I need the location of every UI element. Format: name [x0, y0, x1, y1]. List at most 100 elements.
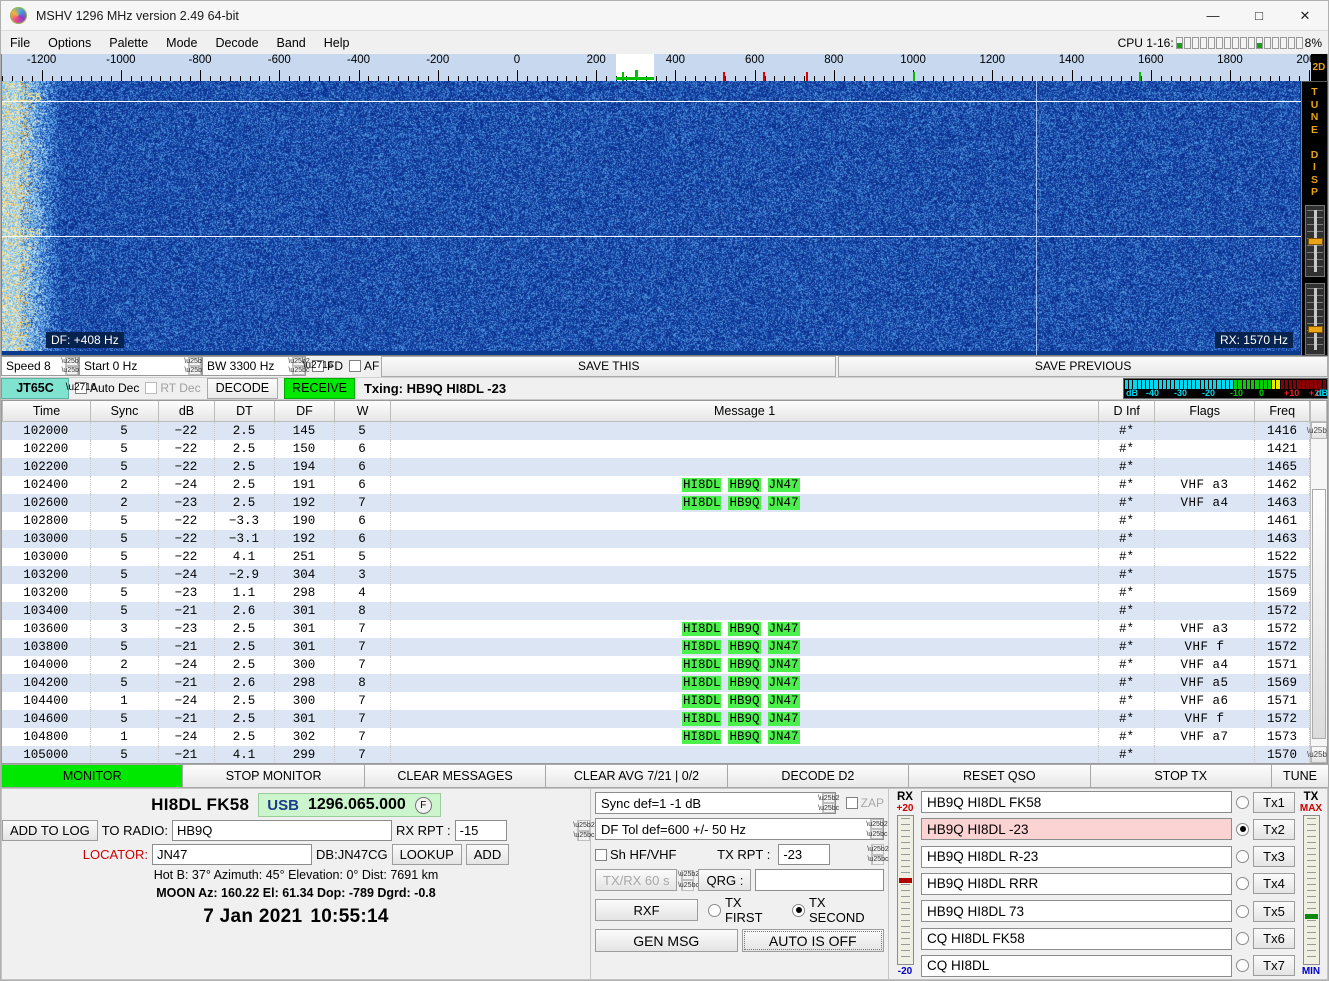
auto-toggle-button[interactable]: AUTO IS OFF: [742, 929, 885, 952]
message-token[interactable]: JN47: [768, 694, 800, 708]
rx-meter-knob[interactable]: [899, 878, 912, 883]
tx-message-radio[interactable]: [1236, 850, 1249, 863]
table-row[interactable]: 1032005−231.12984#*1569: [2, 584, 1310, 602]
df-tol-spinner[interactable]: DF Tol def=600 +/- 50 Hz \u25b2\u25bc: [595, 818, 884, 840]
message-cell[interactable]: [390, 548, 1099, 566]
tx-message-input[interactable]: CQ HI8DL: [921, 955, 1232, 977]
rt-dec-checkbox[interactable]: RT Dec: [145, 378, 200, 399]
action-button-reset-qso[interactable]: RESET QSO: [908, 764, 1090, 788]
table-row[interactable]: 1022005−222.51946#*1465: [2, 458, 1310, 476]
message-token[interactable]: JN47: [768, 478, 800, 492]
save-previous-button[interactable]: SAVE PREVIOUS: [838, 356, 1328, 377]
table-row[interactable]: 1050005−214.12997#*1570: [2, 746, 1310, 763]
start-arrows[interactable]: \u25b2\u25bc: [188, 357, 201, 375]
waterfall-canvas[interactable]: [2, 81, 1300, 351]
add-to-log-button[interactable]: ADD TO LOG: [2, 820, 98, 841]
lookup-button[interactable]: LOOKUP: [392, 844, 462, 865]
table-row[interactable]: 1030005−22−3.11926#*1463: [2, 530, 1310, 548]
message-token[interactable]: JN47: [768, 496, 800, 510]
message-token[interactable]: HB9Q: [728, 712, 760, 726]
tx-button-tx5[interactable]: Tx5: [1253, 901, 1295, 922]
scrollbar-track[interactable]: [1311, 439, 1327, 746]
txrx-arrows[interactable]: \u25b2\u25bc: [681, 870, 694, 891]
txrx-period[interactable]: TX/RX 60 s: [595, 869, 677, 891]
table-row[interactable]: 1022005−222.51506#*1421: [2, 440, 1310, 458]
sync-spinner[interactable]: Sync def=1 -1 dB \u25b2\u25bc: [595, 792, 836, 814]
scroll-up-icon[interactable]: \u25b2: [1311, 422, 1327, 439]
message-token[interactable]: HB9Q: [728, 478, 760, 492]
qrg-input[interactable]: [755, 869, 884, 891]
message-cell[interactable]: HI8DLHB9QJN47: [390, 656, 1099, 674]
message-token[interactable]: HI8DL: [682, 478, 722, 492]
table-column-header[interactable]: W: [335, 401, 391, 422]
2d-toggle[interactable]: 2D: [1311, 54, 1327, 81]
table-column-header[interactable]: Sync: [91, 401, 159, 422]
message-token[interactable]: JN47: [768, 622, 800, 636]
tx-button-tx3[interactable]: Tx3: [1253, 846, 1295, 867]
action-button-clear-messages[interactable]: CLEAR MESSAGES: [364, 764, 546, 788]
rxf-button[interactable]: RXF: [595, 899, 698, 921]
table-scrollbar[interactable]: \u25b2 \u25bc: [1310, 422, 1327, 763]
tx-button-tx6[interactable]: Tx6: [1253, 928, 1295, 949]
menu-palette[interactable]: Palette: [100, 34, 157, 52]
tx-button-tx7[interactable]: Tx7: [1253, 955, 1295, 976]
message-token[interactable]: HB9Q: [728, 676, 760, 690]
message-cell[interactable]: HI8DLHB9QJN47: [390, 692, 1099, 710]
table-body-scroll[interactable]: 1020005−222.51455#*14161022005−222.51506…: [2, 422, 1310, 763]
menu-options[interactable]: Options: [39, 34, 100, 52]
table-row[interactable]: 1048001−242.53027HI8DLHB9QJN47#*VHF a715…: [2, 728, 1310, 746]
tx-volume-meter[interactable]: TX MAX MIN: [1297, 791, 1325, 977]
freq-f-icon[interactable]: F: [415, 797, 432, 814]
message-token[interactable]: HI8DL: [682, 622, 722, 636]
disp-slider[interactable]: [1305, 283, 1325, 355]
message-cell[interactable]: [390, 422, 1099, 440]
action-button-monitor[interactable]: MONITOR: [1, 764, 183, 788]
tx-second-radio[interactable]: TX SECOND: [792, 895, 884, 925]
message-cell[interactable]: HI8DL HB9Q JN47: [390, 674, 1099, 692]
message-token[interactable]: HI8DL: [682, 640, 722, 654]
table-column-header[interactable]: dB: [159, 401, 215, 422]
message-cell[interactable]: [390, 566, 1099, 584]
table-row[interactable]: 1024002−242.51916HI8DLHB9QJN47#*VHF a314…: [2, 476, 1310, 494]
message-cell[interactable]: HI8DLHB9QJN47: [390, 620, 1099, 638]
sh-hf-vhf-checkbox[interactable]: Sh HF/VHF: [595, 847, 676, 862]
message-cell[interactable]: HI8DLHB9QJN47: [390, 494, 1099, 512]
message-token[interactable]: HI8DL: [682, 676, 722, 690]
gen-msg-button[interactable]: GEN MSG: [595, 929, 738, 952]
rx-volume-meter[interactable]: RX +20 -20: [891, 791, 919, 977]
message-token[interactable]: JN47: [768, 676, 800, 690]
menu-decode[interactable]: Decode: [206, 34, 267, 52]
message-cell[interactable]: HI8DLHB9QJN47: [390, 728, 1099, 746]
tx-first-radio[interactable]: TX FIRST: [708, 895, 782, 925]
table-row[interactable]: 1040002−242.53007HI8DLHB9QJN47#*VHF a415…: [2, 656, 1310, 674]
slider-thumb[interactable]: [1308, 326, 1323, 333]
rx-rpt-arrows[interactable]: \u25b2\u25bc: [577, 820, 590, 841]
message-token[interactable]: HI8DL: [682, 496, 722, 510]
tx-message-input[interactable]: HB9Q HI8DL RRR: [921, 873, 1232, 895]
tx-message-radio[interactable]: [1236, 796, 1249, 809]
action-button-clear-avg-7-21-0-2[interactable]: CLEAR AVG 7/21 | 0/2: [545, 764, 727, 788]
bw-spinner[interactable]: BW 3300 Hz \u25b2\u25bc: [202, 356, 306, 376]
tx-message-input[interactable]: HB9Q HI8DL -23: [921, 818, 1232, 840]
table-row[interactable]: 1042005−212.62988HI8DLHB9QJN47#*VHF a515…: [2, 674, 1310, 692]
tune-slider[interactable]: [1305, 205, 1325, 277]
scrollbar-thumb[interactable]: [1312, 489, 1326, 739]
menu-band[interactable]: Band: [268, 34, 315, 52]
sync-arrows[interactable]: \u25b2\u25bc: [822, 793, 835, 813]
message-cell[interactable]: [390, 458, 1099, 476]
rx-meter-bar[interactable]: [897, 815, 914, 965]
mode-indicator[interactable]: JT65C: [1, 378, 69, 399]
tx-button-tx4[interactable]: Tx4: [1253, 873, 1295, 894]
tx-button-tx1[interactable]: Tx1: [1253, 792, 1295, 813]
message-token[interactable]: HI8DL: [682, 730, 722, 744]
message-cell[interactable]: [390, 746, 1099, 763]
rx-rpt-input[interactable]: -15: [455, 820, 507, 841]
table-row[interactable]: 1020005−222.51455#*1416: [2, 422, 1310, 440]
message-token[interactable]: JN47: [768, 712, 800, 726]
tx-message-input[interactable]: HB9Q HI8DL 73: [921, 900, 1232, 922]
message-cell[interactable]: HI8DLHB9QJN47: [390, 710, 1099, 728]
table-column-header[interactable]: Freq: [1255, 401, 1310, 422]
tx-button-tx2[interactable]: Tx2: [1253, 819, 1295, 840]
table-row[interactable]: 1028005−22−3.31906#*1461: [2, 512, 1310, 530]
start-spinner[interactable]: Start 0 Hz \u25b2\u25bc: [79, 356, 202, 376]
